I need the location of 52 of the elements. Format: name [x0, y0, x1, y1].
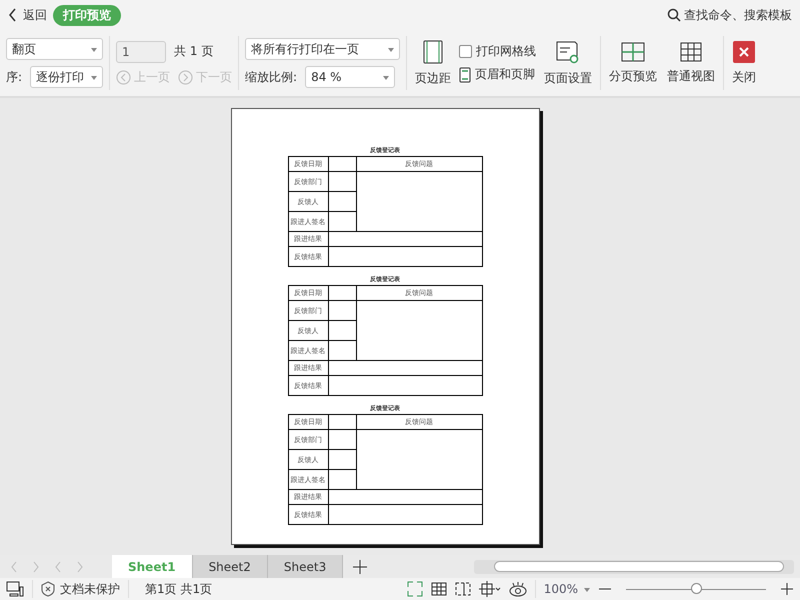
normal-view-button[interactable]: 普通视图 [665, 42, 718, 84]
eye-icon[interactable] [508, 581, 527, 597]
table-cell [328, 470, 356, 490]
header-footer-icon [459, 66, 472, 82]
table-cell [328, 192, 356, 212]
checkbox[interactable] [459, 45, 472, 58]
fullscreen-icon[interactable] [406, 581, 423, 597]
table-cell [328, 341, 356, 361]
page-setup-icon [556, 40, 580, 64]
table-cell [328, 172, 356, 192]
sheet-tab[interactable]: Sheet2 [192, 555, 268, 578]
horizontal-scrollbar[interactable] [474, 560, 794, 574]
zoom-slider-thumb[interactable] [691, 583, 702, 594]
scale-label: 缩放比例: [245, 68, 298, 86]
margins-icon [423, 40, 444, 64]
page-total: 共 1 页 [174, 43, 214, 60]
sheet-tab[interactable]: Sheet3 [268, 555, 344, 578]
table-cell [328, 301, 356, 321]
grid-icon [680, 42, 702, 62]
table-cell [328, 450, 356, 470]
layout-icon[interactable] [478, 581, 501, 597]
zoom-select[interactable]: 100% [544, 582, 590, 596]
fit-mode-select[interactable]: 将所有行打印在一页 [245, 38, 400, 60]
print-gridlines-checkbox[interactable]: 打印网格线 [459, 43, 536, 60]
header-footer-button[interactable]: 页眉和页脚 [459, 66, 536, 83]
document-protection-status[interactable]: 文档未保护 [41, 580, 120, 598]
search-icon [667, 8, 681, 22]
zoom-in-icon[interactable] [780, 582, 794, 596]
table-cell [328, 321, 356, 341]
grid-icon[interactable] [430, 581, 447, 597]
layout-icon[interactable] [6, 581, 24, 597]
page-setup-button[interactable]: 页面设置 [542, 40, 594, 86]
page-break-icon [621, 42, 646, 62]
page-info: 第1页 共1页 [145, 580, 212, 598]
mode-badge: 打印预览 [53, 4, 121, 26]
search-command[interactable]: 查找命令、搜索模板 [667, 6, 792, 24]
close-icon [733, 40, 756, 62]
page-number-input[interactable]: 1 [116, 40, 166, 62]
margins-button[interactable]: 页边距 [413, 40, 454, 86]
page-order-select[interactable]: 翻页 [6, 38, 104, 60]
table-cell [328, 430, 356, 450]
back-button[interactable]: 返回 [8, 6, 47, 24]
collate-select[interactable]: 逐份打印 [30, 66, 104, 88]
add-sheet-icon[interactable] [353, 560, 368, 574]
scale-select[interactable]: 84 % [305, 66, 396, 88]
back-icon [8, 8, 17, 22]
shield-icon [41, 581, 55, 597]
table-cell [328, 212, 356, 232]
collate-label: 序: [6, 68, 22, 86]
close-button[interactable]: 关闭 [730, 40, 758, 86]
page-break-icon[interactable] [454, 581, 471, 597]
page-break-preview-button[interactable]: 分页预览 [607, 42, 660, 84]
